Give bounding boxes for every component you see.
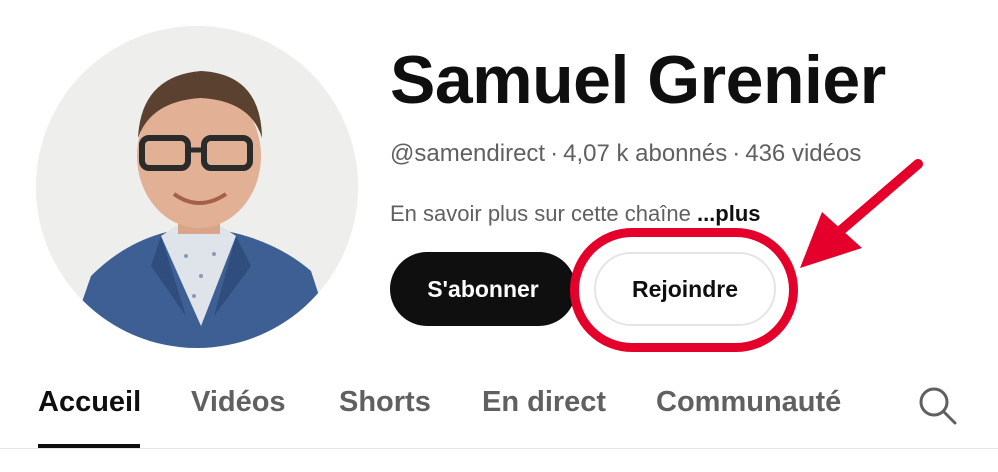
tabs-divider: [0, 448, 998, 449]
tab-shorts[interactable]: Shorts: [339, 382, 431, 422]
about-more-link[interactable]: ...plus: [697, 201, 761, 226]
search-icon[interactable]: [916, 384, 958, 426]
tab-en-direct[interactable]: En direct: [482, 382, 606, 422]
tab-communaute[interactable]: Communauté: [656, 382, 841, 422]
about-text[interactable]: En savoir plus sur cette chaîne: [390, 201, 691, 226]
meta-separator: ·: [550, 140, 559, 167]
meta-separator: ·: [732, 140, 741, 167]
channel-name: Samuel Grenier: [390, 42, 886, 118]
video-count: 436 vidéos: [745, 140, 862, 167]
subscribe-button[interactable]: S'abonner: [390, 252, 576, 326]
channel-tabs: Accueil Vidéos Shorts En direct Communau…: [0, 368, 998, 448]
join-button[interactable]: Rejoindre: [594, 252, 776, 326]
tab-videos[interactable]: Vidéos: [191, 382, 286, 422]
channel-meta: @samendirect · 4,07 k abonnés · 436 vidéos: [390, 138, 861, 170]
channel-about[interactable]: En savoir plus sur cette chaîne ...plus: [390, 198, 761, 230]
subscriber-count: 4,07 k abonnés: [563, 140, 728, 167]
channel-handle: @samendirect: [390, 140, 546, 167]
tab-accueil[interactable]: Accueil: [38, 382, 141, 422]
avatar-photo: [36, 26, 358, 348]
channel-avatar[interactable]: [36, 26, 358, 348]
